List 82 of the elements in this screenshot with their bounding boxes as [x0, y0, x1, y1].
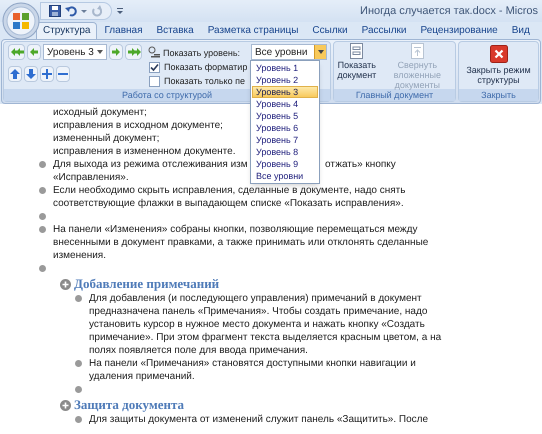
arrow-up-icon: [10, 69, 20, 79]
bullet-icon: [39, 161, 46, 168]
dropdown-button[interactable]: [314, 45, 326, 59]
customize-toolbar-icon[interactable]: [116, 5, 124, 17]
ribbon-tab[interactable]: Структура: [36, 22, 98, 39]
ribbon-tab[interactable]: Рассылки: [354, 22, 414, 39]
arrow-left-icon: [29, 47, 39, 57]
outline-text: исправления в измененном документе.: [53, 146, 236, 157]
demote-to-body-button[interactable]: [125, 44, 142, 60]
bullet-icon: [75, 386, 82, 393]
level-combobox[interactable]: Уровень 3: [43, 44, 107, 60]
ribbon-tab[interactable]: Вид: [504, 22, 537, 39]
dropdown-item[interactable]: Уровень 7: [252, 134, 318, 146]
outline-text: отжать» кнопку: [325, 158, 396, 171]
checkmark-icon: [150, 62, 159, 72]
dropdown-item[interactable]: Уровень 6: [252, 122, 318, 134]
ribbon-tab[interactable]: Ссылки: [305, 22, 355, 39]
dropdown-item[interactable]: Все уровни: [252, 170, 318, 182]
save-icon[interactable]: [49, 5, 61, 17]
bullet-icon: [39, 226, 46, 233]
dropdown-item[interactable]: Уровень 8: [252, 146, 318, 158]
plus-icon: [42, 69, 52, 79]
dropdown-item[interactable]: Уровень 1: [252, 62, 318, 74]
checkbox-label: Показать форматир: [164, 61, 248, 73]
show-level-label: Показать уровень:: [163, 48, 240, 58]
outline-text: На панели «Изменения» собраны кнопки, позволяющие перемещаться между внесенными в документ правками, а также принимать или отклонять сделанные изменения.: [53, 223, 430, 262]
move-down-button[interactable]: [24, 66, 38, 82]
dropdown-item[interactable]: Уровень 9: [252, 158, 318, 170]
outline-heading: Добавление примечаний: [74, 276, 220, 292]
ribbon-button[interactable]: Показать документ: [335, 43, 379, 80]
collapse-button[interactable]: [56, 66, 70, 82]
show-level-icon: [148, 46, 160, 58]
ribbon-tab[interactable]: Разметка страницы: [200, 22, 306, 39]
dropdown-item[interactable]: Уровень 4: [252, 98, 318, 110]
bullet-icon: [75, 360, 82, 367]
document-icon: [348, 43, 366, 59]
caret-icon: [97, 50, 103, 54]
show-level-combobox[interactable]: Все уровни: [251, 44, 327, 60]
checkbox-label: Показать только пе: [164, 75, 245, 87]
outline-text: Если необходимо скрыть исправления, сделанные в документе, надо снять соответствующие флажки в выпадающем списке «Показать исправления».: [53, 184, 406, 210]
outline-text: Для защиты документа от изменений служит панель «Защитить». После: [89, 413, 430, 426]
outline-text: Для добавления (и последующего управления) примечаний в документ предназначена панель «Примечания». Чтобы создать примечание, надо установить курсор в нужное место документа и нажать кнопку «Создать примечание». При этом фрагмент текста выделяется красным цветом, а на полях появляется поле для ввода примечания.: [89, 292, 442, 357]
outline-text: исходный документ;: [53, 107, 147, 118]
checkbox[interactable]: [149, 76, 160, 86]
group-label: Закрыть: [459, 89, 538, 101]
move-up-button[interactable]: [8, 66, 22, 82]
arrow-down-icon: [26, 69, 36, 79]
dropdown-item[interactable]: Уровень 3: [252, 86, 318, 98]
bullet-icon: [39, 187, 46, 194]
bullet-icon: [39, 265, 46, 272]
promote-to-heading-button[interactable]: [8, 44, 25, 60]
office-button[interactable]: [2, 2, 40, 40]
checkbox[interactable]: [149, 62, 160, 72]
outline-text: Для выхода из режима отслеживания изм: [53, 159, 248, 170]
promote-button[interactable]: [27, 44, 41, 60]
outline-text: исправления в исходном документе;: [53, 120, 223, 131]
outline-heading: Защита документа: [74, 397, 184, 413]
expand-button[interactable]: [40, 66, 54, 82]
window-title: Иногда случается так.docx - Micros: [360, 4, 539, 19]
double-arrow-left-icon: [10, 47, 24, 57]
ribbon-tab[interactable]: Главная: [97, 22, 150, 39]
outline-text: измененный документ;: [53, 133, 160, 144]
bullet-icon: [39, 213, 46, 220]
bullet-icon: [75, 416, 82, 423]
dropdown-item[interactable]: Уровень 2: [252, 74, 318, 86]
collapse-document-icon: [408, 43, 426, 59]
undo-icon[interactable]: [65, 5, 77, 17]
demote-button[interactable]: [109, 44, 123, 60]
double-arrow-right-icon: [126, 47, 140, 57]
dropdown-item[interactable]: Уровень 5: [252, 110, 318, 122]
expand-icon: [60, 400, 71, 410]
expand-icon: [60, 278, 71, 290]
close-outline-button[interactable]: Закрыть режим структуры: [459, 42, 538, 85]
group-label: Главный документ: [334, 89, 455, 101]
arrow-right-icon: [111, 47, 121, 57]
outline-text: На панели «Примечания» становятся доступными кнопки навигации и удаления примечаний.: [89, 357, 417, 383]
ribbon-tab[interactable]: Рецензирование: [414, 22, 505, 39]
bullet-icon: [75, 295, 82, 302]
outline-text: «Исправления».: [53, 171, 129, 184]
close-icon: [490, 45, 508, 63]
ribbon-tab[interactable]: Вставка: [150, 22, 201, 39]
caret-icon: [318, 50, 324, 54]
